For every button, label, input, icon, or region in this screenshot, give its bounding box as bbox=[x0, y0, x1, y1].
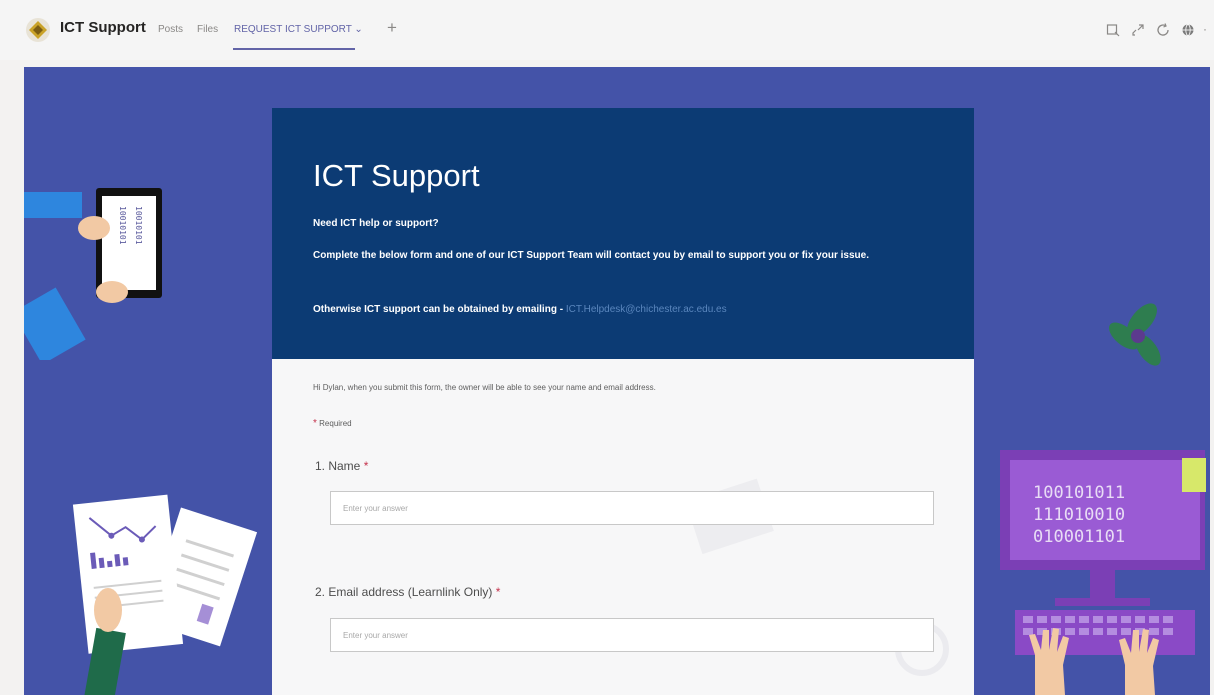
intro-text: Complete the below form and one of our I… bbox=[313, 250, 869, 261]
expand-icon[interactable] bbox=[1105, 22, 1121, 38]
required-label: Required bbox=[319, 419, 352, 428]
tablet-text: 10010101 bbox=[118, 206, 127, 245]
required-note: * Required bbox=[313, 418, 352, 429]
question-name-label: 1. Name * bbox=[315, 459, 368, 473]
helpdesk-email-link[interactable]: ICT.Helpdesk@chichester.ac.edu.es bbox=[566, 304, 727, 315]
question-email-label: 2. Email address (Learnlink Only) * bbox=[315, 585, 500, 599]
tab-files[interactable]: Files bbox=[197, 24, 218, 35]
tab-posts[interactable]: Posts bbox=[158, 24, 183, 35]
monitor-line-2: 111010010 bbox=[1033, 505, 1125, 525]
question-name-required: * bbox=[363, 459, 369, 473]
required-star: * bbox=[313, 418, 317, 429]
alt-contact-text: Otherwise ICT support can be obtained by… bbox=[313, 304, 566, 315]
team-name[interactable]: ICT Support bbox=[60, 19, 146, 36]
alt-contact: Otherwise ICT support can be obtained by… bbox=[313, 302, 727, 318]
intro-question: Need ICT help or support? bbox=[313, 218, 439, 229]
privacy-notice: Hi Dylan, when you submit this form, the… bbox=[313, 383, 656, 392]
name-input[interactable] bbox=[330, 491, 934, 525]
more-options-icon[interactable]: · bbox=[1203, 22, 1207, 36]
teams-window: ICT Support Posts Files REQUEST ICT SUPP… bbox=[0, 0, 1214, 695]
tablet-illustration: 10010101 10010101 bbox=[24, 188, 162, 360]
globe-icon[interactable] bbox=[1180, 22, 1196, 38]
popout-icon[interactable] bbox=[1130, 22, 1146, 38]
question-email-text: 2. Email address (Learnlink Only) bbox=[315, 585, 493, 599]
channel-header: ICT Support Posts Files REQUEST ICT SUPP… bbox=[0, 0, 1214, 60]
question-name-text: 1. Name bbox=[315, 459, 361, 473]
form-body: Hi Dylan, when you submit this form, the… bbox=[272, 359, 974, 695]
tablet-text-2: 10010101 bbox=[134, 206, 143, 245]
active-tab-indicator bbox=[233, 48, 355, 50]
monitor-line-1: 100101011 bbox=[1033, 483, 1125, 503]
team-logo[interactable] bbox=[26, 18, 50, 42]
tab-request-ict-support[interactable]: REQUEST ICT SUPPORT ⌄ bbox=[234, 24, 363, 35]
email-input[interactable] bbox=[330, 618, 934, 652]
plant-illustration bbox=[1109, 303, 1161, 366]
form-title: ICT Support bbox=[313, 158, 480, 193]
refresh-icon[interactable] bbox=[1155, 22, 1171, 38]
form-header: ICT Support Need ICT help or support? Co… bbox=[272, 108, 974, 359]
add-tab-button[interactable]: + bbox=[387, 18, 397, 38]
monitor-line-3: 010001101 bbox=[1033, 527, 1125, 547]
question-email-required: * bbox=[495, 585, 501, 599]
charts-illustration bbox=[72, 494, 258, 695]
computer-illustration: 100101011 111010010 010001101 bbox=[1000, 450, 1206, 695]
